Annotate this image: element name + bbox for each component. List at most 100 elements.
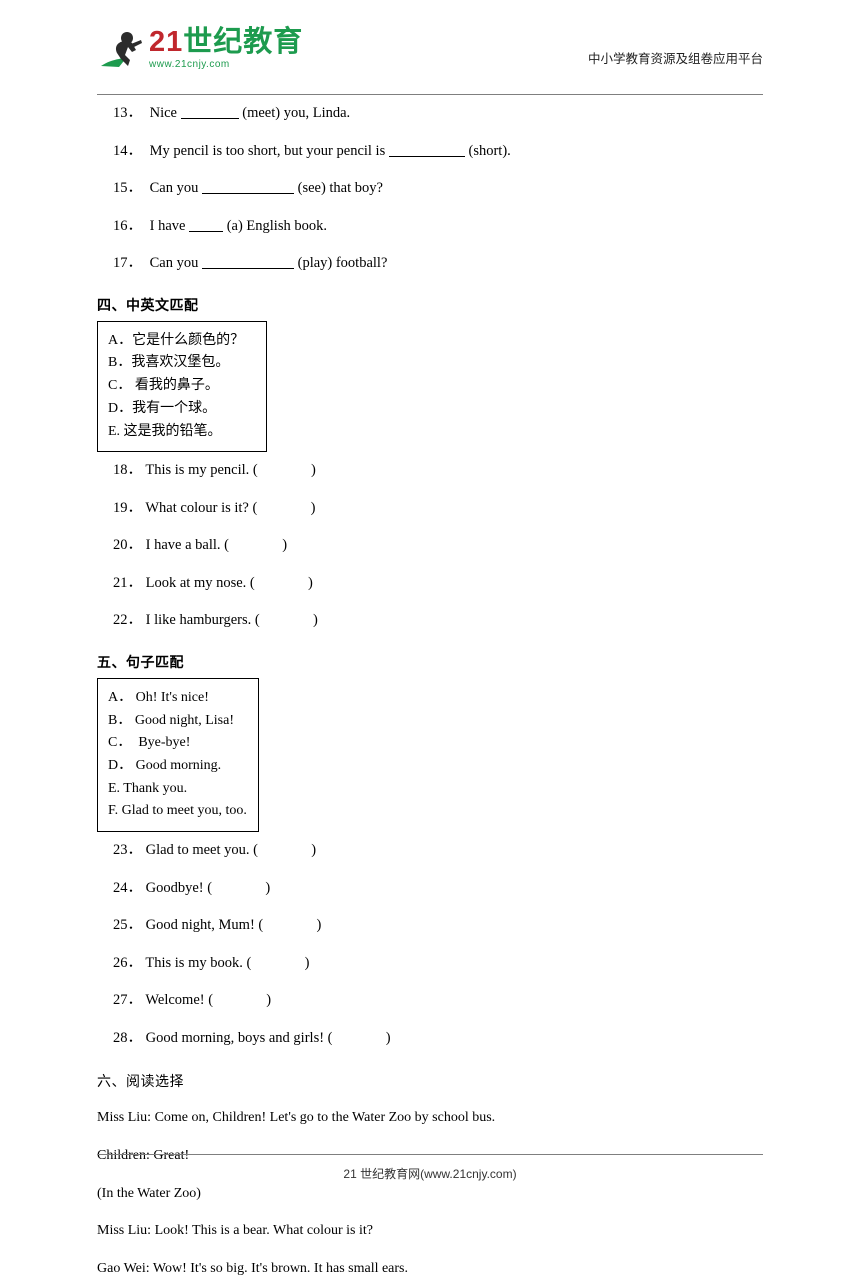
question-27-text: Welcome! (	[145, 992, 214, 1009]
question-22-close: )	[312, 612, 318, 629]
question-21-text: Look at my nose. (	[145, 574, 255, 591]
question-28: 28． Good morning, boys and girls! ( )	[97, 1020, 763, 1058]
option-c: C． Bye-bye!	[108, 735, 191, 751]
answer-blank[interactable]	[201, 193, 294, 195]
logo-title-cn: 世纪教育	[183, 26, 304, 58]
option-d: D． Good morning.	[108, 758, 222, 773]
question-17-post: (play) football?	[297, 255, 388, 272]
question-19-number: 19．	[113, 499, 142, 516]
question-19: 19． What colour is it? ( )	[97, 490, 763, 528]
question-25-number: 25．	[113, 917, 142, 934]
section-4-options-box: A．它是什么颜色的？ B．我喜欢汉堡包。 C． 看我的鼻子。 D．我有一个球。 …	[97, 320, 267, 453]
question-14-number: 14．	[113, 142, 142, 159]
question-18-text: This is my pencil. (	[145, 462, 258, 479]
question-13-number: 13．	[113, 105, 142, 121]
question-25-close: )	[316, 917, 322, 934]
question-16-number: 16．	[113, 217, 142, 234]
question-27-number: 27．	[113, 992, 142, 1009]
question-24-close: )	[265, 879, 271, 896]
running-man-icon	[97, 26, 143, 72]
page-header: 21世纪教育 www.21cnjy.com 中小学教育资源及组卷应用平台	[97, 0, 763, 88]
reading-line-5: Gao Wei: Wow! It's so big. It's brown. I…	[97, 1260, 409, 1276]
question-21-close: )	[308, 574, 313, 591]
question-24-text: Goodbye! (	[145, 879, 213, 896]
question-21-number: 21．	[113, 574, 142, 591]
question-25: 25． Good night, Mum! ( )	[97, 907, 763, 945]
question-27: 27． Welcome! ( )	[97, 982, 763, 1020]
question-23-text: Glad to meet you. (	[145, 842, 258, 859]
question-23: 23． Glad to meet you. ( )	[97, 832, 763, 870]
section-5-options-box: A． Oh! It's nice! B． Good night, Lisa! C…	[97, 677, 259, 833]
question-15-pre: Can you	[149, 180, 199, 197]
question-14: 14． My pencil is too short, but your pen…	[97, 133, 763, 171]
reading-line-1: Miss Liu: Come on, Children! Let's go to…	[97, 1110, 496, 1126]
question-25-text: Good night, Mum! (	[145, 917, 264, 934]
question-16: 16． I have (a) English book.	[97, 208, 763, 246]
question-17-number: 17．	[113, 255, 142, 272]
option-e: E. 这是我的铅笔。	[108, 423, 222, 439]
question-18: 18． This is my pencil. ( )	[97, 452, 763, 490]
page-footer: 21 世纪教育网(www.21cnjy.com)	[97, 1154, 763, 1182]
document-page: 21世纪教育 www.21cnjy.com 中小学教育资源及组卷应用平台 13．…	[0, 0, 860, 1276]
answer-blank[interactable]	[189, 230, 224, 232]
question-13-pre: Nice	[149, 105, 177, 121]
question-15-number: 15．	[113, 180, 142, 197]
question-13: 13． Nice (meet) you, Linda.	[97, 95, 763, 133]
option-b: B．我喜欢汉堡包。	[108, 355, 230, 371]
question-26: 26． This is my book. ( )	[97, 945, 763, 983]
footer-divider	[97, 1154, 763, 1155]
question-19-text: What colour is it? (	[145, 499, 258, 516]
question-24-number: 24．	[113, 879, 142, 896]
option-d: D．我有一个球。	[108, 400, 217, 416]
question-23-close: )	[311, 842, 317, 859]
question-23-number: 23．	[113, 842, 142, 859]
answer-blank[interactable]	[201, 268, 294, 270]
question-14-post: (short).	[468, 142, 511, 159]
question-20-number: 20．	[113, 537, 142, 554]
answer-blank[interactable]	[388, 155, 465, 157]
question-14-pre: My pencil is too short, but your pencil …	[149, 142, 386, 159]
question-17: 17． Can you (play) football?	[97, 245, 763, 283]
question-20-close: )	[282, 537, 288, 554]
question-26-number: 26．	[113, 954, 142, 971]
question-26-text: This is my book. (	[145, 954, 252, 971]
logo-text: 21世纪教育 www.21cnjy.com	[149, 28, 303, 70]
reading-line-4: Miss Liu: Look! This is a bear. What col…	[97, 1223, 373, 1239]
question-13-post: (meet) you, Linda.	[242, 105, 351, 121]
question-15-post: (see) that boy?	[297, 180, 383, 197]
question-22-number: 22．	[113, 612, 142, 629]
question-22-text: I like hamburgers. (	[145, 612, 260, 629]
question-27-close: )	[266, 992, 272, 1009]
option-a: A． Oh! It's nice!	[108, 689, 209, 705]
question-19-close: )	[310, 499, 316, 516]
logo-number: 21	[149, 26, 184, 58]
option-f: F. Glad to meet you, too.	[108, 803, 247, 819]
question-26-close: )	[304, 954, 310, 971]
header-tagline: 中小学教育资源及组卷应用平台	[587, 52, 763, 66]
question-16-post: (a) English book.	[226, 217, 327, 234]
question-20: 20． I have a ball. ( )	[97, 527, 763, 565]
answer-blank[interactable]	[180, 118, 239, 119]
question-17-pre: Can you	[149, 255, 199, 272]
logo-url: www.21cnjy.com	[149, 59, 230, 70]
option-c: C． 看我的鼻子。	[108, 378, 219, 394]
question-28-number: 28．	[113, 1029, 142, 1046]
question-24: 24． Goodbye! ( )	[97, 870, 763, 908]
question-18-number: 18．	[113, 462, 142, 479]
question-28-close: )	[385, 1029, 391, 1046]
option-b: B． Good night, Lisa!	[108, 712, 234, 728]
question-18-close: )	[311, 462, 316, 479]
question-21: 21． Look at my nose. ( )	[97, 565, 763, 603]
site-logo: 21世纪教育 www.21cnjy.com	[97, 26, 303, 72]
option-e: E. Thank you.	[108, 780, 188, 796]
footer-text: 21 世纪教育网(www.21cnjy.com)	[343, 1167, 517, 1181]
section-4-title: 四、中英文匹配	[97, 296, 199, 313]
question-22: 22． I like hamburgers. ( )	[97, 602, 763, 640]
option-a: A．它是什么颜色的？	[108, 332, 245, 348]
question-20-text: I have a ball. (	[145, 537, 229, 554]
logo-title: 21世纪教育	[149, 28, 303, 57]
question-15: 15． Can you (see) that boy?	[97, 170, 763, 208]
section-5-title: 五、句子匹配	[97, 653, 184, 670]
question-28-text: Good morning, boys and girls! (	[145, 1029, 333, 1046]
question-16-pre: I have	[149, 217, 186, 234]
